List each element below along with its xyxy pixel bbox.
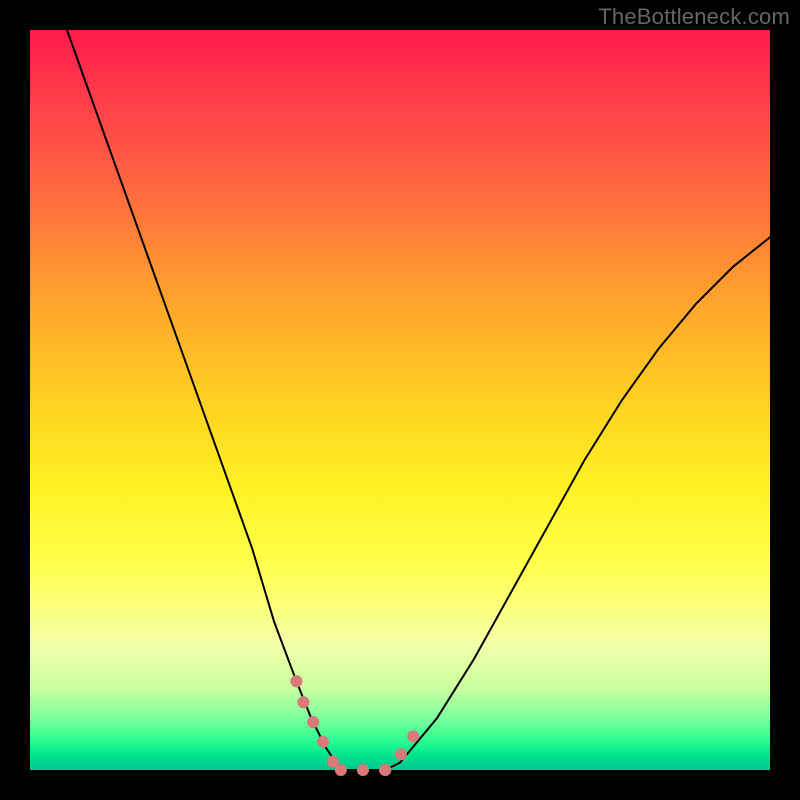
chart-frame: TheBottleneck.com: [0, 0, 800, 800]
highlight-dots-right: [385, 726, 422, 770]
watermark-text: TheBottleneck.com: [598, 4, 790, 30]
plot-area: [30, 30, 770, 770]
curve-svg: [30, 30, 770, 770]
highlight-dots-left: [296, 681, 340, 770]
bottleneck-curve: [67, 30, 770, 770]
